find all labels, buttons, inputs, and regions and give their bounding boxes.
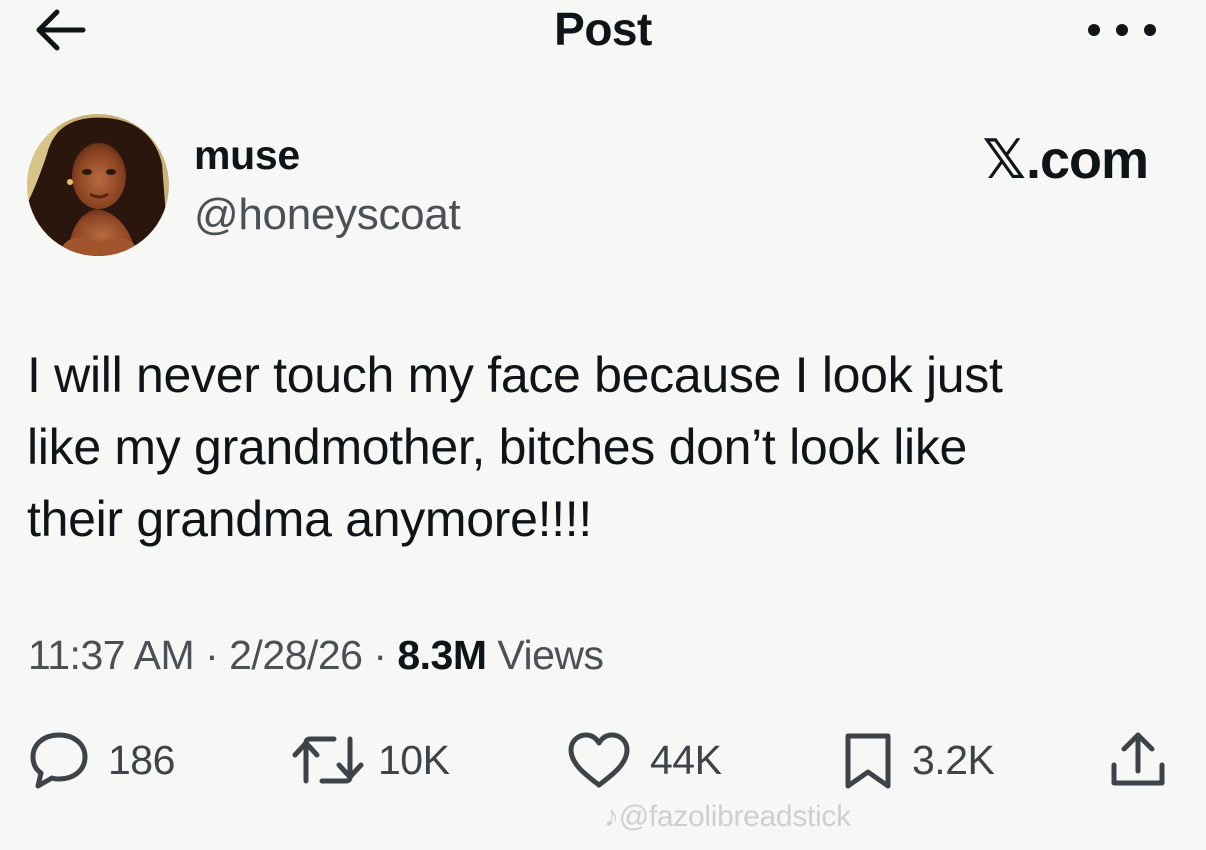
bookmark-button[interactable]: 3.2K <box>842 730 995 790</box>
separator: · <box>194 632 230 678</box>
repost-button[interactable]: 10K <box>292 730 450 790</box>
post-date: 2/28/26 <box>229 632 363 678</box>
more-options-button[interactable] <box>1088 16 1156 44</box>
tweet-meta: 11:37 AM · 2/28/26 · 8.3M Views <box>28 632 604 679</box>
avatar[interactable] <box>27 114 169 256</box>
post-screen: Post muse @honeyscoat 𝕏 .com I will neve… <box>0 0 1206 850</box>
display-name[interactable]: muse <box>194 132 300 179</box>
reply-icon <box>30 732 88 789</box>
bookmark-count: 3.2K <box>912 736 995 783</box>
x-com-logo: 𝕏 .com <box>982 128 1149 191</box>
post-time: 11:37 AM <box>28 632 195 678</box>
views-label: Views <box>486 632 604 678</box>
watermark: ♪@fazolibreadstick <box>604 800 851 833</box>
like-button[interactable]: 44K <box>566 730 722 790</box>
more-horizontal-icon <box>1088 24 1100 36</box>
tweet-text: I will never touch my face because I loo… <box>27 347 1003 547</box>
like-count: 44K <box>650 736 722 783</box>
separator: · <box>362 632 398 678</box>
reply-count: 186 <box>108 736 175 783</box>
username-handle[interactable]: @honeyscoat <box>194 190 461 240</box>
reply-button[interactable]: 186 <box>28 730 175 790</box>
profile-photo <box>27 114 169 256</box>
share-button[interactable] <box>1108 730 1168 790</box>
repost-count: 10K <box>378 736 450 783</box>
bookmark-icon <box>845 733 891 789</box>
x-logo-icon: 𝕏 <box>982 128 1026 191</box>
share-icon <box>1111 732 1165 786</box>
heart-icon <box>568 732 630 788</box>
domain-text: .com <box>1025 129 1149 190</box>
page-title: Post <box>554 3 652 55</box>
repost-icon <box>292 736 364 784</box>
views-count[interactable]: 8.3M <box>397 632 487 678</box>
